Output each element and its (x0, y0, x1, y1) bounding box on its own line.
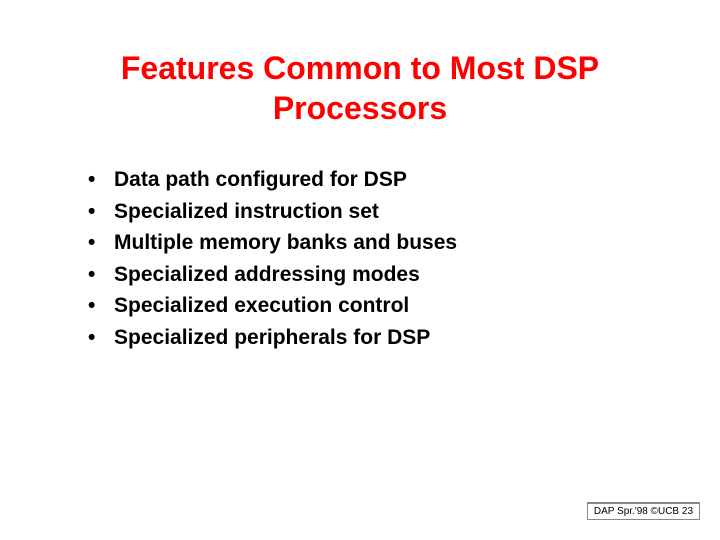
list-item: Specialized instruction set (88, 196, 660, 228)
list-item: Specialized addressing modes (88, 259, 660, 291)
list-item: Specialized execution control (88, 290, 660, 322)
slide-title: Features Common to Most DSP Processors (60, 48, 660, 128)
list-item: Multiple memory banks and buses (88, 227, 660, 259)
list-item: Data path configured for DSP (88, 164, 660, 196)
bullet-list: Data path configured for DSP Specialized… (60, 164, 660, 353)
list-item: Specialized peripherals for DSP (88, 322, 660, 354)
slide-footer: DAP Spr.'98 ©UCB 23 (587, 502, 700, 520)
slide: Features Common to Most DSP Processors D… (0, 0, 720, 540)
